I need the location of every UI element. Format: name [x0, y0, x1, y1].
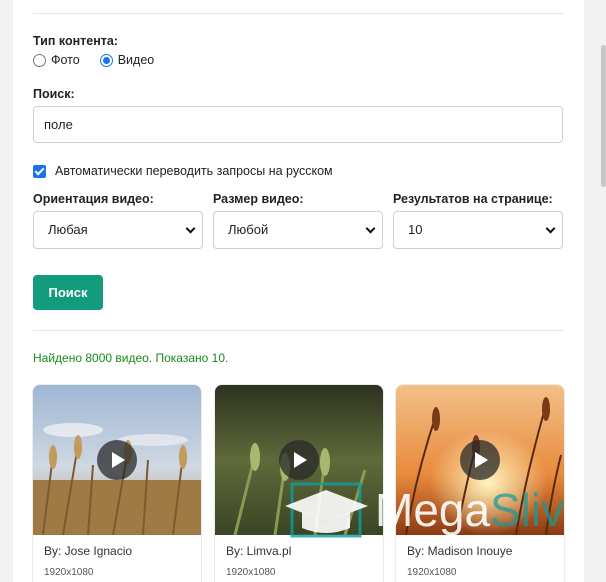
- per-page-select-value: 10: [408, 222, 423, 237]
- auto-translate-label[interactable]: Автоматически переводить запросы на русс…: [55, 164, 333, 178]
- search-panel: Тип контента: Фото Видео Поиск: поле Авт…: [13, 0, 584, 582]
- search-label: Поиск:: [33, 87, 75, 101]
- video-resolution: 1920x1080: [226, 567, 276, 578]
- video-thumbnail[interactable]: [215, 385, 383, 535]
- radio-video[interactable]: [99, 53, 113, 67]
- divider: [33, 13, 564, 14]
- video-author: By: Jose Ignacio: [44, 544, 133, 558]
- orientation-select-value: Любая: [48, 222, 88, 237]
- search-button[interactable]: Поиск: [33, 275, 103, 310]
- video-resolution: 1920x1080: [44, 567, 94, 578]
- video-author: By: Limva.pl: [226, 544, 292, 558]
- play-icon[interactable]: [97, 440, 137, 480]
- results-count: Найдено 8000 видео. Показано 10.: [33, 351, 229, 365]
- video-author: By: Madison Inouye: [407, 544, 513, 558]
- radio-photo[interactable]: [33, 53, 46, 67]
- chevron-down-icon: [545, 223, 556, 234]
- chevron-down-icon: [365, 223, 376, 234]
- play-icon[interactable]: [460, 440, 500, 480]
- size-label: Размер видео:: [213, 192, 304, 206]
- chevron-down-icon: [185, 223, 196, 234]
- size-select-value: Любой: [228, 222, 269, 237]
- orientation-select[interactable]: Любая: [33, 211, 203, 249]
- video-thumbnail[interactable]: [396, 385, 564, 535]
- content-type-radio-group: Фото Видео: [33, 53, 174, 67]
- video-thumbnail[interactable]: [33, 385, 201, 535]
- video-card[interactable]: By: Jose Ignacio 1920x1080: [33, 385, 201, 582]
- auto-translate-checkbox[interactable]: [33, 164, 46, 178]
- per-page-select[interactable]: 10: [393, 211, 563, 249]
- video-card[interactable]: By: Limva.pl 1920x1080: [215, 385, 383, 582]
- play-icon[interactable]: [279, 440, 319, 480]
- video-card[interactable]: By: Madison Inouye 1920x1080: [396, 385, 564, 582]
- size-select[interactable]: Любой: [213, 211, 383, 249]
- search-input[interactable]: поле: [33, 106, 563, 143]
- radio-photo-label[interactable]: Фото: [51, 53, 80, 67]
- scrollbar[interactable]: [601, 45, 606, 187]
- video-resolution: 1920x1080: [407, 567, 457, 578]
- radio-video-label[interactable]: Видео: [118, 53, 155, 67]
- divider: [33, 330, 564, 331]
- content-type-label: Тип контента:: [33, 34, 119, 48]
- orientation-label: Ориентация видео:: [33, 192, 154, 206]
- auto-translate-row[interactable]: Автоматически переводить запросы на русс…: [33, 164, 333, 178]
- per-page-label: Результатов на странице:: [393, 192, 553, 206]
